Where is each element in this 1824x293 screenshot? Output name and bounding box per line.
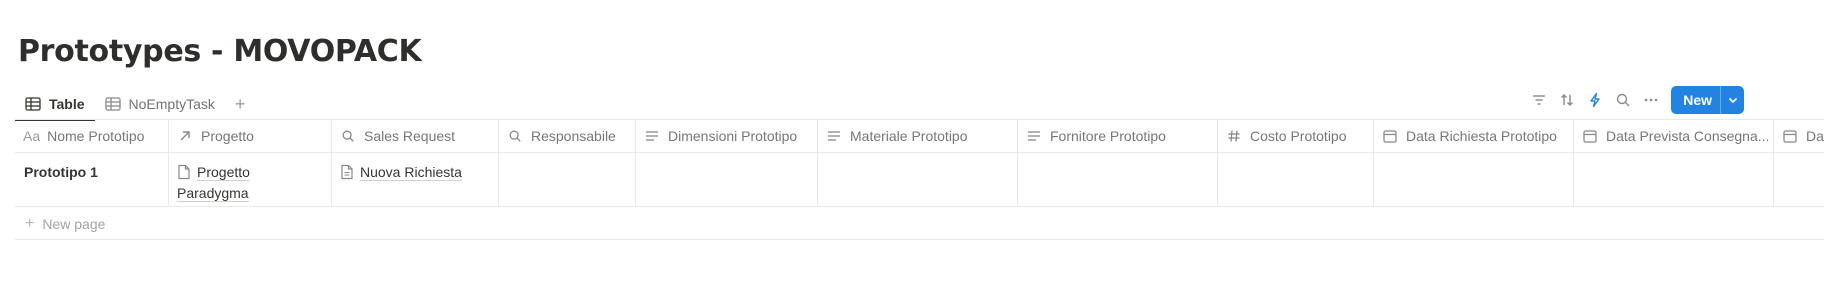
more-icon[interactable]	[1637, 86, 1665, 114]
cell-costo-prototipo[interactable]	[1218, 153, 1374, 206]
column-label: Data Richiesta Prototipo	[1406, 128, 1557, 144]
column-label: Fornitore Prototipo	[1050, 128, 1166, 144]
plus-icon: +	[25, 214, 35, 232]
chevron-down-icon[interactable]	[1720, 86, 1744, 114]
column-header-data-prevista-consegna[interactable]: Data Prevista Consegna...	[1574, 120, 1774, 152]
table-row[interactable]: Prototipo 1 Progetto Paradygma Nuova Rich…	[15, 152, 1824, 207]
page-title: Prototypes - MOVOPACK	[18, 34, 422, 69]
cell-data-prevista-consegna[interactable]	[1574, 153, 1774, 206]
column-label: Progetto	[201, 128, 254, 144]
column-label: Responsabile	[531, 128, 616, 144]
column-header-nome-prototipo[interactable]: Aa Nome Prototipo	[15, 120, 169, 152]
tab-label: Table	[49, 96, 85, 112]
lightning-icon[interactable]	[1581, 86, 1609, 114]
cell-responsabile[interactable]	[499, 153, 636, 206]
cell-materiale-prototipo[interactable]	[818, 153, 1018, 206]
new-button[interactable]: New	[1671, 86, 1744, 114]
sort-icon[interactable]	[1553, 86, 1581, 114]
database-table: Aa Nome Prototipo Progetto Sales Request…	[15, 119, 1824, 207]
row-title[interactable]: Prototipo 1	[23, 164, 98, 180]
relation-text: Progetto	[197, 164, 250, 181]
column-label: Materiale Prototipo	[850, 128, 968, 144]
column-header-progetto[interactable]: Progetto	[169, 120, 332, 152]
text-lines-icon	[1026, 128, 1042, 144]
relation-text: Nuova Richiesta	[360, 164, 462, 181]
cell-progetto[interactable]: Progetto Paradygma	[169, 153, 332, 206]
new-button-label: New	[1683, 92, 1712, 108]
tab-label: NoEmptyTask	[128, 96, 215, 112]
table-header-row: Aa Nome Prototipo Progetto Sales Request…	[15, 119, 1824, 152]
cell-dimensioni-prototipo[interactable]	[636, 153, 818, 206]
column-header-dimensioni-prototipo[interactable]: Dimensioni Prototipo	[636, 120, 818, 152]
page-icon	[178, 164, 190, 180]
column-header-fornitore-prototipo[interactable]: Fornitore Prototipo	[1018, 120, 1218, 152]
arrow-up-right-icon	[177, 128, 193, 144]
text-lines-icon	[644, 128, 660, 144]
search-icon[interactable]	[1609, 86, 1637, 114]
column-label: Nome Prototipo	[47, 128, 145, 144]
filter-icon[interactable]	[1525, 86, 1553, 114]
new-page-button[interactable]: + New page	[15, 208, 1824, 240]
cell-data-richiesta-prototipo[interactable]	[1374, 153, 1574, 206]
cell-fornitore-prototipo[interactable]	[1018, 153, 1218, 206]
column-header-costo-prototipo[interactable]: Costo Prototipo	[1218, 120, 1374, 152]
relation-progetto[interactable]: Progetto Paradygma	[177, 164, 250, 202]
column-header-sales-request[interactable]: Sales Request	[332, 120, 499, 152]
column-label: Dimensioni Prototipo	[668, 128, 798, 144]
table-icon	[104, 97, 121, 111]
cell-data-truncated[interactable]	[1774, 153, 1824, 206]
view-tabs: Table NoEmptyTask +	[15, 89, 252, 121]
column-label: Data Prevista Consegna...	[1606, 128, 1770, 144]
relation-text: Paradygma	[177, 185, 249, 202]
column-header-responsabile[interactable]: Responsabile	[499, 120, 636, 152]
column-header-materiale-prototipo[interactable]: Materiale Prototipo	[818, 120, 1018, 152]
toolbar: New	[1525, 86, 1744, 114]
cell-sales-request[interactable]: Nuova Richiesta	[332, 153, 499, 206]
text-lines-icon	[826, 128, 842, 144]
column-label: Sales Request	[364, 128, 456, 144]
column-label: Da	[1806, 128, 1824, 144]
column-header-data-truncated[interactable]: Da	[1774, 120, 1824, 152]
hash-icon	[1226, 128, 1242, 144]
search-icon	[507, 128, 523, 144]
text-property-icon: Aa	[23, 128, 41, 144]
new-page-label: New page	[42, 215, 106, 232]
cell-nome-prototipo[interactable]: Prototipo 1	[15, 153, 169, 206]
calendar-icon	[1382, 128, 1398, 144]
page-icon	[341, 164, 353, 180]
tab-noemptytask[interactable]: NoEmptyTask	[95, 89, 225, 119]
add-view-plus-icon[interactable]: +	[229, 94, 252, 115]
column-header-data-richiesta-prototipo[interactable]: Data Richiesta Prototipo	[1374, 120, 1574, 152]
table-icon	[25, 97, 41, 111]
calendar-icon	[1782, 128, 1798, 144]
tab-table[interactable]: Table	[15, 89, 95, 121]
search-icon	[340, 128, 356, 144]
calendar-icon	[1582, 128, 1598, 144]
column-label: Costo Prototipo	[1250, 128, 1347, 144]
relation-sales-request[interactable]: Nuova Richiesta	[340, 164, 462, 181]
